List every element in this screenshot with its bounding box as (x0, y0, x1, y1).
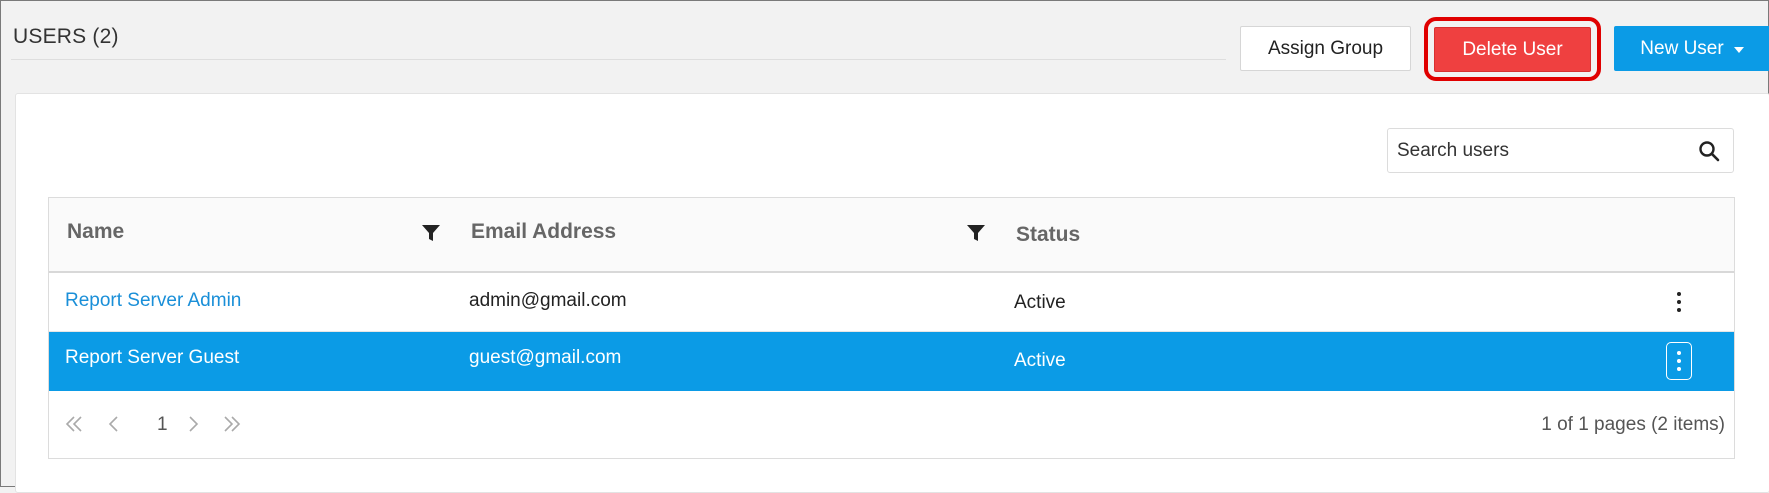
delete-user-label: Delete User (1462, 38, 1563, 60)
user-name-link[interactable]: Report Server Admin (65, 290, 241, 312)
first-page-icon[interactable] (63, 413, 85, 435)
users-page: USERS (2) Assign Group Delete User New U… (0, 0, 1769, 493)
column-header-email[interactable]: Email Address (471, 220, 616, 244)
current-page-number[interactable]: 1 (157, 414, 168, 436)
delete-user-button[interactable]: Delete User (1434, 27, 1591, 72)
email-filter-icon[interactable] (966, 223, 986, 243)
title-divider (11, 59, 1226, 60)
table-row-selected[interactable]: Report Server Guest guest@gmail.com Acti… (49, 332, 1734, 391)
new-user-label: New User (1640, 37, 1724, 59)
user-email: admin@gmail.com (469, 290, 627, 311)
assign-group-button[interactable]: Assign Group (1240, 26, 1411, 71)
pager: 1 1 of 1 pages (2 items) (49, 391, 1734, 458)
next-page-icon[interactable] (182, 413, 204, 435)
search-box (1387, 128, 1734, 173)
user-email: guest@gmail.com (469, 347, 622, 368)
name-filter-icon[interactable] (421, 223, 441, 243)
assign-group-label: Assign Group (1267, 37, 1384, 59)
pager-info: 1 of 1 pages (2 items) (1541, 414, 1725, 435)
table-row[interactable]: Report Server Admin admin@gmail.com Acti… (49, 273, 1734, 332)
search-icon[interactable] (1697, 139, 1721, 163)
column-header-status[interactable]: Status (1016, 223, 1080, 247)
caret-down-icon (1733, 46, 1744, 53)
page-title: USERS (2) (13, 25, 119, 48)
previous-page-icon[interactable] (103, 413, 125, 435)
user-status: Active (1014, 292, 1066, 313)
user-name-link[interactable]: Report Server Guest (65, 347, 239, 369)
user-status: Active (1014, 350, 1066, 371)
new-user-button[interactable]: New User (1614, 26, 1769, 71)
users-grid: Name Email Address Status Report Server … (48, 197, 1735, 459)
row-actions-icon[interactable] (1666, 342, 1692, 380)
last-page-icon[interactable] (221, 413, 243, 435)
search-input[interactable] (1397, 139, 1687, 162)
row-actions-icon[interactable] (1666, 283, 1692, 321)
grid-header: Name Email Address Status (49, 198, 1734, 273)
column-header-name[interactable]: Name (67, 220, 124, 244)
